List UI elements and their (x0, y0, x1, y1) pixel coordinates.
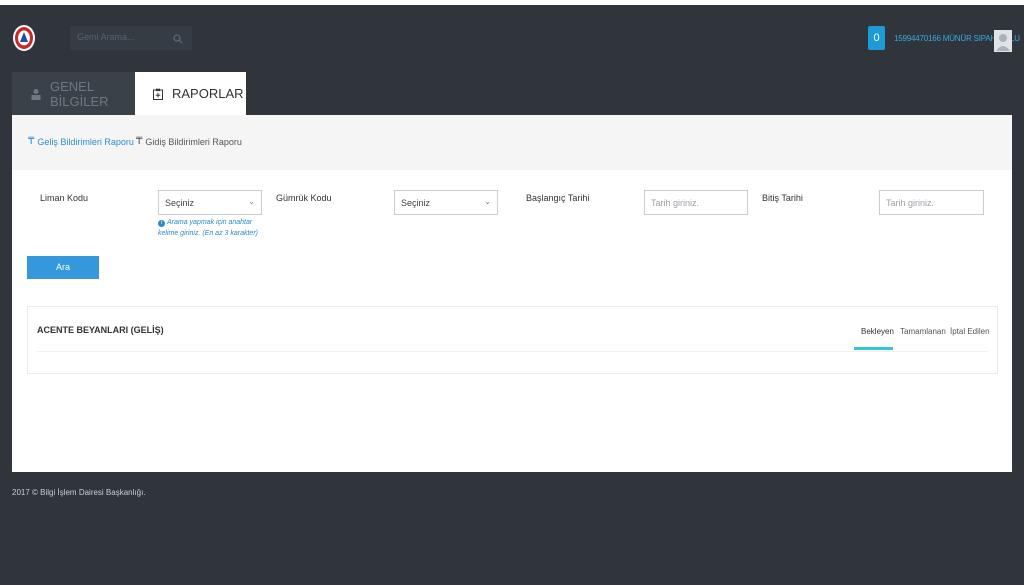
divider (37, 351, 988, 352)
notification-badge[interactable]: 0 (868, 26, 885, 50)
reports-panel: ₸ Geliş Bildirimleri Raporu ₸ Gidiş Bild… (12, 115, 1012, 472)
active-tab-indicator (854, 347, 893, 350)
end-date-field[interactable]: Tarih giriniz. (879, 190, 984, 215)
report-icon (152, 88, 164, 100)
tab-label: RAPORLAR (172, 86, 244, 101)
tab-cancelled[interactable]: İptal Edilen (950, 327, 990, 336)
avatar[interactable] (994, 30, 1012, 52)
start-date-field[interactable]: Tarih giriniz. (644, 190, 748, 215)
pin-icon: ₸ (136, 136, 143, 147)
ship-search-box[interactable]: Gemi Arama... (70, 26, 192, 50)
footer-copyright: 2017 © Bilgi İşlem Dairesi Başkanlığı. (12, 488, 146, 497)
select-value: Seçiniz (165, 198, 195, 208)
tab-reports[interactable]: RAPORLAR (135, 72, 246, 115)
chevron-down-icon: ⌄ (484, 197, 491, 206)
subnav-label: Gidiş Bildirimleri Raporu (145, 136, 242, 147)
tab-completed[interactable]: Tamamlanan (900, 327, 946, 336)
pin-icon: ₸ (28, 136, 35, 147)
report-subnav: ₸ Geliş Bildirimleri Raporu ₸ Gidiş Bild… (12, 115, 1012, 170)
card-title: ACENTE BEYANLARI (GELİŞ) (37, 325, 164, 335)
customs-code-select[interactable]: Seçiniz ⌄ (394, 190, 498, 215)
search-button[interactable]: Ara (27, 256, 99, 279)
agency-declarations-card: ACENTE BEYANLARI (GELİŞ) Bekleyen Tamaml… (27, 306, 998, 374)
port-code-select[interactable]: Seçiniz ⌄ (158, 190, 262, 215)
subnav-arrival-report[interactable]: ₸ Geliş Bildirimleri Raporu (28, 136, 134, 147)
tab-label: GENEL BİLGİLER (50, 78, 109, 109)
date-placeholder: Tarih giriniz. (886, 198, 935, 208)
main-tabs: GENEL BİLGİLER RAPORLAR (12, 72, 1012, 115)
search-icon[interactable] (172, 32, 184, 44)
chevron-down-icon: ⌄ (248, 197, 255, 206)
hint-text: Arama yapmak için anahtar kelime giriniz… (158, 219, 258, 237)
logo[interactable] (12, 23, 36, 53)
search-input[interactable]: Gemi Arama... (77, 32, 135, 42)
port-code-label: Liman Kodu (40, 193, 89, 203)
tab-pending[interactable]: Bekleyen (861, 327, 894, 336)
subnav-label: Geliş Bildirimleri Raporu (37, 136, 134, 147)
select-value: Seçiniz (401, 198, 431, 208)
subnav-departure-report[interactable]: ₸ Gidiş Bildirimleri Raporu (136, 136, 242, 147)
search-hint: i Arama yapmak için anahtar kelime girini… (158, 217, 266, 239)
customs-code-label: Gümrük Kodu (276, 193, 332, 203)
date-placeholder: Tarih giriniz. (651, 198, 700, 208)
top-header: Gemi Arama... 0 15994470166 MÜNÜR SIPAHI… (0, 5, 1024, 69)
tab-general-info[interactable]: GENEL BİLGİLER (12, 72, 135, 115)
user-icon (30, 88, 42, 100)
end-date-label: Bitiş Tarihi (762, 193, 803, 203)
start-date-label: Başlangıç Tarihi (526, 193, 590, 203)
info-icon: i (158, 220, 165, 227)
